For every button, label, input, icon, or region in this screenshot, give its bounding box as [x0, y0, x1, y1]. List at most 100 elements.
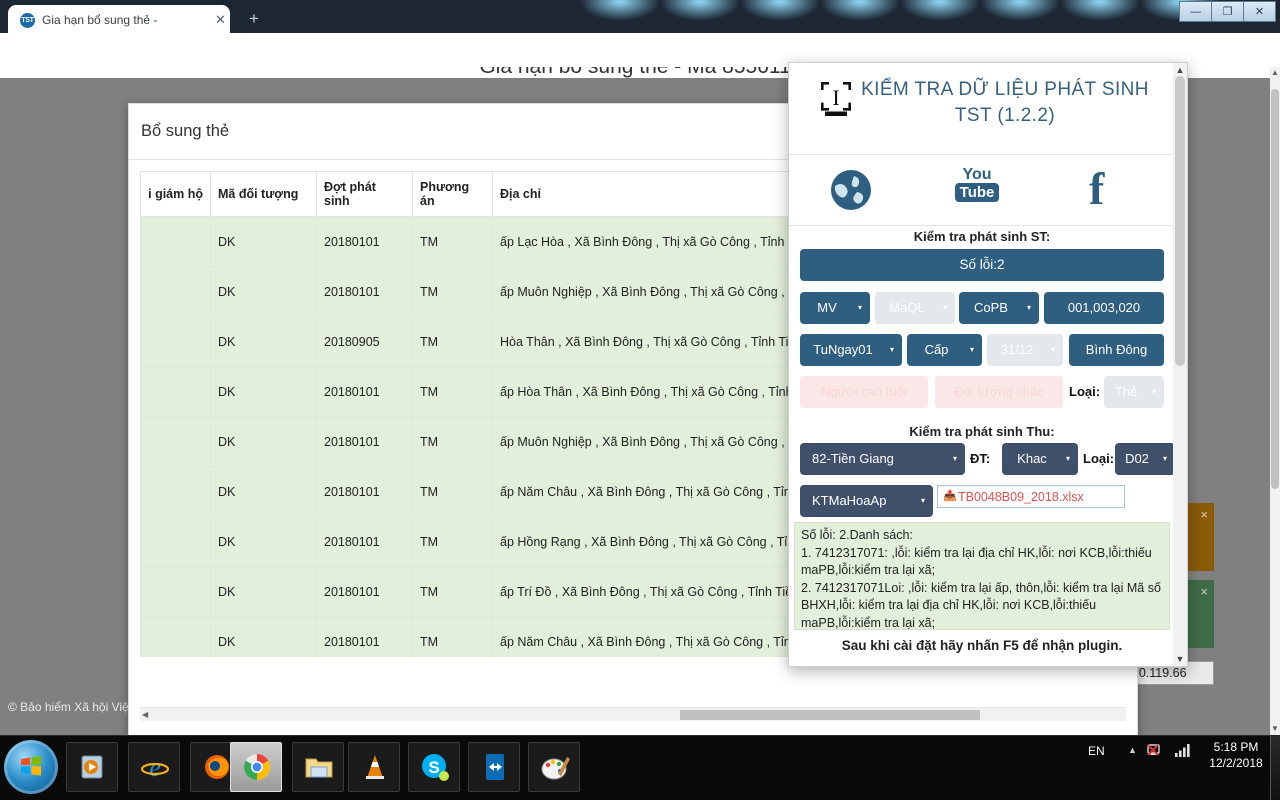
cell-guardian	[140, 316, 211, 367]
page-scroll-down-icon[interactable]: ▼	[1270, 723, 1280, 735]
taskbar-teamviewer[interactable]	[468, 742, 520, 792]
cell-method: TM	[412, 616, 493, 657]
button-binh-dong[interactable]: Bình Đông	[1069, 334, 1164, 366]
button-nguoi-cao-tuoi: Người cao tuổi	[800, 376, 928, 408]
page-scrollbar-thumb[interactable]	[1271, 89, 1279, 489]
select-dt[interactable]: Khac ▾	[1002, 443, 1078, 475]
popup-scrollbar[interactable]: ▲ ▼	[1173, 63, 1187, 666]
toast-close-icon[interactable]: ×	[1200, 505, 1208, 524]
file-upload-field[interactable]: 📤 TB0048B09_2018.xlsx	[937, 485, 1125, 508]
tray-clock[interactable]: 5:18 PM 12/2/2018	[1205, 739, 1267, 771]
youtube-icon[interactable]: You Tube	[946, 166, 1008, 202]
select-mv[interactable]: MV ▾	[800, 292, 870, 324]
col-object-code[interactable]: Mã đối tượng	[210, 171, 317, 217]
page-scroll-up-icon[interactable]: ▲	[1270, 67, 1280, 79]
select-date[interactable]: 31/12 ▾	[987, 334, 1063, 366]
select-maql[interactable]: MaQL ▾	[875, 292, 955, 324]
select-copb[interactable]: CoPB ▾	[959, 292, 1039, 324]
popup-scrollbar-thumb[interactable]	[1175, 76, 1185, 366]
cell-object-code: DK	[210, 566, 317, 617]
scroll-left-icon[interactable]: ◀	[142, 708, 148, 722]
network-disconnected-icon[interactable]	[1146, 742, 1164, 763]
svg-text:I: I	[832, 85, 839, 110]
upload-file-icon: 📤	[943, 490, 957, 502]
show-desktop-button[interactable]	[1270, 736, 1280, 800]
so-loi-button[interactable]: Số lỗi:2	[800, 249, 1164, 281]
copyright-text: © Bảo hiểm Xã hội Việ	[8, 700, 129, 714]
skype-icon: S	[420, 752, 450, 782]
taskbar-windows-media-player[interactable]	[66, 742, 118, 792]
tray-date-text: 12/2/2018	[1209, 756, 1263, 770]
taskbar-skype[interactable]: S	[408, 742, 460, 792]
tab-favicon: TST	[20, 13, 35, 28]
cell-method: TM	[412, 266, 493, 317]
cell-guardian	[140, 616, 211, 657]
cell-object-code: DK	[210, 416, 317, 467]
tray-show-hidden-icon[interactable]: ▲	[1128, 745, 1137, 755]
popup-title: KIỂM TRA DỮ LIỆU PHÁT SINH TST (1.2.2)	[861, 79, 1149, 126]
section-label-st: Kiểm tra phát sinh ST:	[913, 229, 1051, 244]
cell-guardian	[140, 566, 211, 617]
window-controls: — ❐ ✕	[1179, 1, 1276, 22]
taskbar-vlc[interactable]	[348, 742, 400, 792]
vlc-icon	[360, 752, 390, 782]
select-cap[interactable]: Cấp ▾	[907, 334, 982, 366]
cell-object-code: DK	[210, 366, 317, 417]
restore-button[interactable]: ❐	[1211, 1, 1244, 22]
taskbar-paint[interactable]	[528, 742, 580, 792]
cell-batch: 20180101	[316, 216, 413, 267]
select-tinh[interactable]: 82-Tiền Giang ▾	[800, 443, 965, 475]
facebook-icon[interactable]: f	[1089, 166, 1104, 212]
popup-scroll-up-icon[interactable]: ▲	[1173, 63, 1187, 77]
popup-content: I KIỂM TRA DỮ LIỆU PHÁT SINH TST (1.2.2)	[789, 63, 1175, 666]
taskbar-file-explorer[interactable]	[292, 742, 344, 792]
popup-social-row: You Tube f	[789, 156, 1175, 226]
tray-time-text: 5:18 PM	[1213, 740, 1259, 754]
tab-close-icon[interactable]: ✕	[213, 13, 228, 28]
internet-explorer-icon: e	[140, 752, 170, 782]
cell-batch: 20180101	[316, 466, 413, 517]
copb-value[interactable]: 001,003,020	[1044, 292, 1164, 324]
svg-text:S: S	[428, 758, 439, 777]
toast-close-icon[interactable]: ×	[1200, 582, 1208, 601]
error-list-textarea[interactable]: Số lỗi: 2.Danh sách: 1. 7412317071: ,lỗi…	[794, 522, 1170, 630]
popup-header: I KIỂM TRA DỮ LIỆU PHÁT SINH TST (1.2.2)	[789, 63, 1175, 155]
teamviewer-icon	[480, 752, 510, 782]
page-scrollbar[interactable]: ▲ ▼	[1270, 67, 1280, 735]
browser-tab[interactable]: TST Gia hạn bổ sung thẻ - ✕	[8, 5, 230, 33]
uploaded-filename: TB0048B09_2018.xlsx	[958, 490, 1084, 504]
select-tungay[interactable]: TuNgay01 ▾	[800, 334, 902, 366]
taskbar-google-chrome[interactable]	[230, 742, 282, 792]
system-tray: EN ▲ 5:18 PM 12/2/2018	[1080, 736, 1280, 800]
new-tab-button[interactable]: +	[243, 8, 265, 30]
label-loai-2: Loại:	[1083, 451, 1115, 466]
label-dt: ĐT:	[970, 451, 991, 466]
browser-window: TST Gia hạn bổ sung thẻ - ✕ + — ❐ ✕ ← → …	[0, 0, 1280, 735]
col-guardian[interactable]: i giám hộ	[140, 171, 211, 217]
media-player-icon	[78, 752, 108, 782]
select-ktmahoaap[interactable]: KTMaHoaAp ▾	[800, 485, 933, 517]
signal-bars-icon[interactable]	[1175, 744, 1191, 762]
close-window-button[interactable]: ✕	[1243, 1, 1276, 22]
cell-method: TM	[412, 366, 493, 417]
select-loai-the[interactable]: Thẻ ▾	[1104, 376, 1164, 408]
minimize-button[interactable]: —	[1179, 1, 1212, 22]
col-method[interactable]: Phương án	[412, 171, 493, 217]
paint-icon	[540, 752, 570, 782]
cell-method: TM	[412, 566, 493, 617]
col-batch[interactable]: Đợt phát sinh	[316, 171, 413, 217]
select-loai-d02[interactable]: D02 ▾	[1115, 443, 1175, 475]
scrollbar-thumb[interactable]	[680, 710, 980, 720]
file-explorer-icon	[304, 752, 334, 782]
section-label-thu: Kiểm tra phát sinh Thu:	[909, 424, 1055, 439]
popup-scroll-down-icon[interactable]: ▼	[1173, 652, 1187, 666]
taskbar-internet-explorer[interactable]: e	[128, 742, 180, 792]
windows-start-orb[interactable]	[4, 740, 58, 794]
tray-language[interactable]: EN	[1088, 744, 1105, 758]
tab-title: Gia hạn bổ sung thẻ -	[42, 13, 158, 27]
website-globe-icon[interactable]	[827, 166, 875, 219]
cell-batch: 20180101	[316, 516, 413, 567]
cell-object-code: DK	[210, 516, 317, 567]
table-horizontal-scrollbar[interactable]: ◀	[140, 707, 1126, 721]
cell-object-code: DK	[210, 316, 317, 367]
